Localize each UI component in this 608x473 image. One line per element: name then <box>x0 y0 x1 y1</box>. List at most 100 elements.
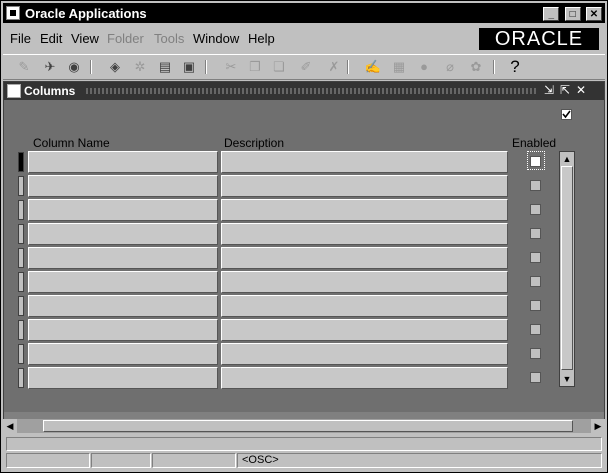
maximize-button[interactable]: □ <box>564 7 581 21</box>
workspace-hscrollbar[interactable]: ◀ ▶ <box>3 419 605 433</box>
menu-folder[interactable]: Folder <box>107 31 144 46</box>
table-row <box>18 223 508 245</box>
description-field[interactable] <box>221 343 508 365</box>
enabled-checkbox[interactable] <box>530 156 541 167</box>
form-icon <box>7 84 21 98</box>
close-button[interactable]: ✕ <box>586 7 602 21</box>
column-name-field[interactable] <box>28 319 218 341</box>
description-field[interactable] <box>221 367 508 389</box>
table-row <box>18 199 508 221</box>
row-indicator[interactable] <box>18 152 24 172</box>
column-name-field[interactable] <box>28 271 218 293</box>
description-field[interactable] <box>221 151 508 173</box>
columns-form: Columns ⇲ ⇱ ✕ Column Name Description En… <box>4 82 604 412</box>
status-bar: <OSC> <box>3 435 605 471</box>
next-step-icon[interactable]: ✲ <box>131 59 149 75</box>
form-close-icon[interactable]: ✕ <box>576 83 586 97</box>
column-name-field[interactable] <box>28 343 218 365</box>
translations-icon[interactable]: ● <box>415 59 433 75</box>
paste-icon[interactable]: ❏ <box>270 59 288 75</box>
description-field[interactable] <box>221 319 508 341</box>
header-enabled: Enabled <box>512 136 557 150</box>
enabled-checkbox[interactable] <box>530 300 541 311</box>
form-minimize-icon[interactable]: ⇲ <box>544 83 554 97</box>
column-name-field[interactable] <box>28 175 218 197</box>
menu-help[interactable]: Help <box>248 31 275 46</box>
description-field[interactable] <box>221 199 508 221</box>
menu-edit[interactable]: Edit <box>40 31 62 46</box>
row-indicator[interactable] <box>18 176 24 196</box>
scroll-down-icon[interactable]: ▼ <box>560 372 574 386</box>
enabled-checkbox[interactable] <box>530 180 541 191</box>
enabled-checkbox[interactable] <box>530 324 541 335</box>
row-indicator[interactable] <box>18 296 24 316</box>
header-column-name: Column Name <box>33 136 110 150</box>
status-field <box>6 453 90 468</box>
status-field <box>91 453 151 468</box>
copy-icon[interactable]: ❐ <box>246 59 264 75</box>
column-name-field[interactable] <box>28 295 218 317</box>
enabled-checkbox[interactable] <box>530 204 541 215</box>
description-field[interactable] <box>221 295 508 317</box>
row-indicator[interactable] <box>18 200 24 220</box>
menu-view[interactable]: View <box>71 31 99 46</box>
table-row <box>18 319 508 341</box>
menu-file[interactable]: File <box>10 31 31 46</box>
column-name-field[interactable] <box>28 247 218 269</box>
print-icon[interactable]: ▤ <box>156 59 174 75</box>
folder-checkbox[interactable] <box>561 109 572 120</box>
row-indicator[interactable] <box>18 248 24 268</box>
scroll-up-icon[interactable]: ▲ <box>560 152 574 166</box>
message-line <box>6 437 602 451</box>
save-icon[interactable]: ◈ <box>106 59 124 75</box>
description-field[interactable] <box>221 175 508 197</box>
osc-indicator: <OSC> <box>237 453 602 468</box>
cut-icon[interactable]: ✂ <box>222 59 240 75</box>
new-icon[interactable]: ✎ <box>15 59 33 75</box>
scroll-left-icon[interactable]: ◀ <box>3 419 17 433</box>
edit-field-icon[interactable]: ✍ <box>364 59 382 75</box>
scroll-right-icon[interactable]: ▶ <box>591 419 605 433</box>
window-title: Oracle Applications <box>25 6 147 21</box>
column-name-field[interactable] <box>28 367 218 389</box>
form-title: Columns <box>24 84 76 98</box>
description-field[interactable] <box>221 247 508 269</box>
find-icon[interactable]: ✈ <box>41 59 59 75</box>
rows-scrollbar[interactable]: ▲ ▼ <box>559 151 575 387</box>
title-bar: Oracle Applications _ □ ✕ <box>3 3 605 23</box>
row-indicator[interactable] <box>18 224 24 244</box>
form-maximize-icon[interactable]: ⇱ <box>560 83 570 97</box>
minimize-button[interactable]: _ <box>543 7 560 21</box>
column-name-field[interactable] <box>28 223 218 245</box>
navigator-icon[interactable]: ◉ <box>65 59 83 75</box>
help-icon[interactable]: ? <box>506 58 524 75</box>
clear-record-icon[interactable]: ✐ <box>297 59 315 75</box>
enabled-checkbox[interactable] <box>530 252 541 263</box>
oracle-app-window: Oracle Applications _ □ ✕ File Edit View… <box>0 0 608 473</box>
column-name-field[interactable] <box>28 199 218 221</box>
toolbar: ✎ ✈ ◉ ◈ ✲ ▤ ▣ ✂ ❐ ❏ ✐ ✗ ✍ ▦ ● ⌀ ✿ ? <box>3 54 605 80</box>
close-form-icon[interactable]: ▣ <box>180 59 198 75</box>
attachments-icon[interactable]: ⌀ <box>441 59 459 75</box>
row-indicator[interactable] <box>18 368 24 388</box>
row-indicator[interactable] <box>18 272 24 292</box>
menu-tools[interactable]: Tools <box>154 31 184 46</box>
menu-bar: File Edit View Folder Tools Window Help … <box>3 26 605 52</box>
row-indicator[interactable] <box>18 320 24 340</box>
enabled-checkbox[interactable] <box>530 372 541 383</box>
menu-window[interactable]: Window <box>193 31 239 46</box>
enabled-checkbox[interactable] <box>530 348 541 359</box>
app-icon[interactable] <box>6 6 20 20</box>
table-row <box>18 367 508 389</box>
scroll-thumb[interactable] <box>561 166 573 370</box>
description-field[interactable] <box>221 271 508 293</box>
enabled-checkbox[interactable] <box>530 276 541 287</box>
folder-tools-icon[interactable]: ✿ <box>467 59 485 75</box>
column-name-field[interactable] <box>28 151 218 173</box>
zoom-icon[interactable]: ▦ <box>390 59 408 75</box>
hscroll-thumb[interactable] <box>43 420 573 432</box>
enabled-checkbox[interactable] <box>530 228 541 239</box>
row-indicator[interactable] <box>18 344 24 364</box>
description-field[interactable] <box>221 223 508 245</box>
delete-record-icon[interactable]: ✗ <box>325 59 343 75</box>
